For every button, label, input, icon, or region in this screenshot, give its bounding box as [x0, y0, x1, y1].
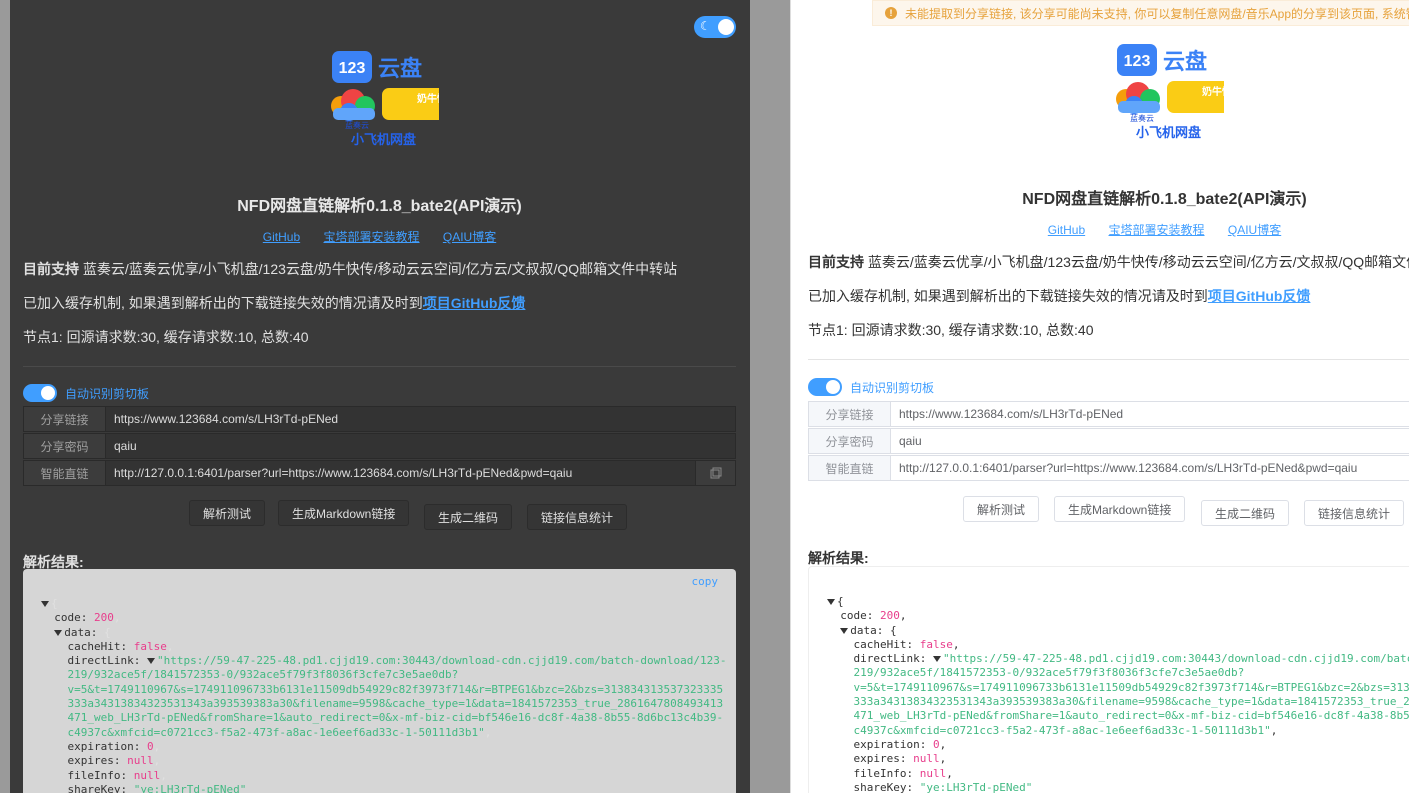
github-feedback-link[interactable]: 项目GitHub反馈 [1208, 288, 1311, 304]
page-title: NFD网盘直链解析0.1.8_bate2(API演示) [1022, 191, 1307, 208]
share-password-input[interactable]: qaiu [891, 429, 1409, 453]
stats-button[interactable]: 链接信息统计 [1304, 500, 1405, 526]
svg-text:奶牛快传: 奶牛快传 [417, 92, 439, 105]
svg-text:蓝奏云: 蓝奏云 [1130, 113, 1154, 123]
alert-text: 未能提取到分享链接, 该分享可能尚未支持, 你可以复制任意网盘/音乐App的分享… [905, 6, 1409, 21]
svg-text:小飞机网盘: 小飞机网盘 [1136, 125, 1201, 141]
header-links: GitHub 宝塔部署安装教程 QAIU博客 [23, 228, 736, 245]
support-text: 蓝奏云/蓝奏云优享/小飞机盘/123云盘/奶牛快传/移动云云空间/亿方云/文叔叔… [867, 254, 1409, 270]
clipboard-toggle-label: 自动识别剪切板 [850, 380, 935, 395]
copy-result-button[interactable]: copy [692, 575, 719, 589]
share-link-field: 分享链接 https://www.123684.com/s/LH3rTd-pEN… [808, 401, 1409, 427]
support-label: 目前支持 [808, 254, 864, 270]
parse-test-button[interactable]: 解析测试 [963, 496, 1040, 522]
support-line: 目前支持 蓝奏云/蓝奏云优享/小飞机盘/123云盘/奶牛快传/移动云云空间/亿方… [808, 252, 1409, 272]
cache-text: 已加入缓存机制, 如果遇到解析出的下载链接失效的情况请及时到 [808, 288, 1208, 304]
clipboard-toggle-row: 自动识别剪切板 [808, 378, 934, 396]
clipboard-toggle[interactable] [23, 384, 57, 402]
copy-icon[interactable] [695, 461, 735, 485]
logo-graphic: 123 云盘 蓝奏云 奶牛快传 小飞机网盘 [1116, 44, 1242, 141]
light-theme-panel: ! 未能提取到分享链接, 该分享可能尚未支持, 你可以复制任意网盘/音乐App的… [790, 0, 1409, 793]
collapse-icon[interactable] [146, 658, 155, 665]
smart-link-field: 智能直链 http://127.0.0.1:6401/parser?url=ht… [23, 460, 736, 486]
svg-text:云盘: 云盘 [378, 56, 422, 82]
stats-button[interactable]: 链接信息统计 [527, 504, 628, 530]
share-password-field: 分享密码 qaiu [23, 433, 736, 459]
baota-tutorial-link[interactable]: 宝塔部署安装教程 [324, 230, 420, 244]
toggle-knob [718, 19, 734, 35]
header-links: GitHub 宝塔部署安装教程 QAIU博客 [808, 221, 1409, 238]
qrcode-button[interactable]: 生成二维码 [1201, 500, 1290, 526]
clipboard-toggle-row: 自动识别剪切板 [23, 384, 149, 402]
collapse-icon[interactable] [840, 627, 849, 634]
share-link-label: 分享链接 [809, 402, 891, 426]
node-stats: 节点1: 回源请求数:30, 缓存请求数:10, 总数:40 [808, 322, 1094, 338]
clipboard-toggle[interactable] [808, 378, 842, 396]
collapse-icon[interactable] [932, 656, 941, 663]
warning-icon: ! [885, 7, 897, 19]
divider [808, 359, 1409, 360]
svg-text:奶牛快传: 奶牛快传 [1202, 85, 1224, 98]
smart-link-field: 智能直链 http://127.0.0.1:6401/parser?url=ht… [808, 455, 1409, 481]
github-link[interactable]: GitHub [263, 230, 300, 244]
theme-toggle[interactable]: ☾ [694, 16, 736, 38]
cache-line: 已加入缓存机制, 如果遇到解析出的下载链接失效的情况请及时到项目GitHub反馈 [23, 293, 525, 313]
cache-text: 已加入缓存机制, 如果遇到解析出的下载链接失效的情况请及时到 [23, 295, 423, 311]
smart-link-label: 智能直链 [24, 461, 106, 485]
github-link[interactable]: GitHub [1048, 223, 1085, 237]
result-title: 解析结果: [808, 550, 869, 566]
share-link-label: 分享链接 [24, 407, 106, 431]
share-link-input[interactable]: https://www.123684.com/s/LH3rTd-pENed [106, 407, 735, 431]
smart-link-output[interactable]: http://127.0.0.1:6401/parser?url=https:/… [106, 461, 695, 485]
parse-test-button[interactable]: 解析测试 [189, 500, 266, 526]
app-logo: 123 云盘 蓝奏云 奶牛快传 小飞机网盘 [1104, 41, 1242, 141]
qrcode-button[interactable]: 生成二维码 [424, 504, 513, 530]
blog-link[interactable]: QAIU博客 [443, 230, 496, 244]
result-json-box: { code: 200, data: { cacheHit: false, di… [808, 566, 1409, 793]
github-feedback-link[interactable]: 项目GitHub反馈 [423, 295, 526, 311]
blog-link[interactable]: QAIU博客 [1228, 223, 1281, 237]
divider [23, 366, 736, 367]
json-viewer: { code: 200, data: { cacheHit: false, di… [827, 595, 1409, 793]
share-password-input[interactable]: qaiu [106, 434, 735, 458]
share-password-label: 分享密码 [24, 434, 106, 458]
json-viewer: { code: 200, data: { cacheHit: false, di… [41, 597, 727, 793]
share-link-field: 分享链接 https://www.123684.com/s/LH3rTd-pEN… [23, 406, 736, 432]
svg-text:蓝奏云: 蓝奏云 [345, 120, 369, 130]
share-password-field: 分享密码 qaiu [808, 428, 1409, 454]
support-text: 蓝奏云/蓝奏云优享/小飞机盘/123云盘/奶牛快传/移动云云空间/亿方云/文叔叔… [82, 261, 678, 277]
app-logo: 123 云盘 蓝奏云 奶牛快传 小飞机网盘 [319, 48, 457, 148]
collapse-icon[interactable] [54, 629, 63, 636]
smart-link-label: 智能直链 [809, 456, 891, 480]
moon-icon: ☾ [700, 19, 711, 33]
cache-line: 已加入缓存机制, 如果遇到解析出的下载链接失效的情况请及时到项目GitHub反馈 [808, 286, 1310, 306]
support-label: 目前支持 [23, 261, 79, 277]
collapse-icon[interactable] [41, 601, 49, 607]
node-stats: 节点1: 回源请求数:30, 缓存请求数:10, 总数:40 [23, 329, 309, 345]
share-link-input[interactable]: https://www.123684.com/s/LH3rTd-pENed [891, 402, 1409, 426]
baota-tutorial-link[interactable]: 宝塔部署安装教程 [1109, 223, 1205, 237]
smart-link-output[interactable]: http://127.0.0.1:6401/parser?url=https:/… [891, 456, 1409, 480]
warning-alert: ! 未能提取到分享链接, 该分享可能尚未支持, 你可以复制任意网盘/音乐App的… [872, 0, 1409, 26]
support-line: 目前支持 蓝奏云/蓝奏云优享/小飞机盘/123云盘/奶牛快传/移动云云空间/亿方… [23, 259, 677, 279]
svg-text:123: 123 [339, 60, 366, 77]
markdown-button[interactable]: 生成Markdown链接 [278, 500, 410, 526]
collapse-icon[interactable] [827, 599, 835, 605]
share-password-label: 分享密码 [809, 429, 891, 453]
svg-text:小飞机网盘: 小飞机网盘 [351, 132, 416, 148]
clipboard-toggle-label: 自动识别剪切板 [65, 386, 150, 401]
result-json-box: copy { code: 200, data: { cacheHit: fals… [23, 569, 736, 793]
logo-graphic: 123 云盘 蓝奏云 奶牛快传 小飞机网盘 [331, 51, 457, 148]
markdown-button[interactable]: 生成Markdown链接 [1054, 496, 1186, 522]
page-title: NFD网盘直链解析0.1.8_bate2(API演示) [237, 198, 522, 215]
svg-text:123: 123 [1124, 53, 1151, 70]
dark-theme-panel: ☾ 123 云盘 蓝奏云 奶牛快传 小飞机网盘 NFD网盘直链解析0.1.8_b… [10, 0, 750, 793]
svg-text:云盘: 云盘 [1163, 49, 1207, 75]
